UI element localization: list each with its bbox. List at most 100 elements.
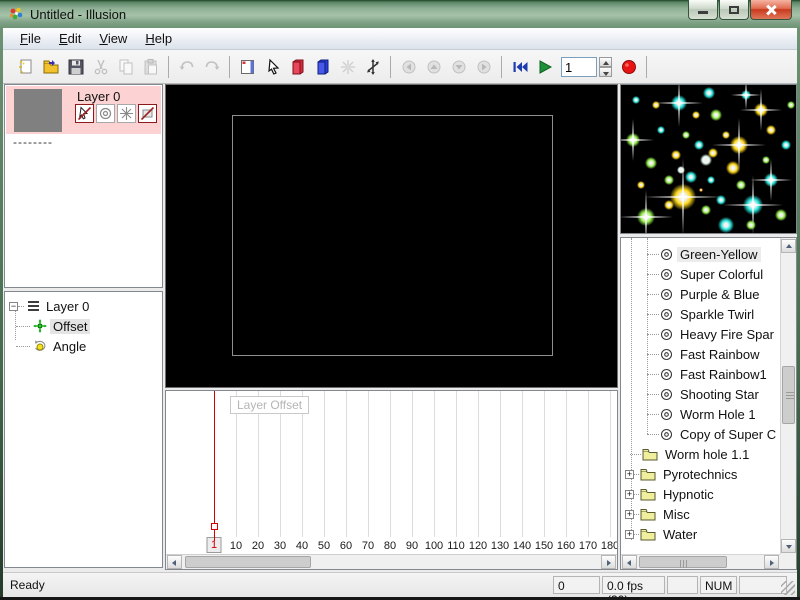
no-select-button[interactable]	[75, 104, 94, 123]
ruler-tick-label[interactable]: 160	[557, 540, 575, 552]
ruler-tick-label[interactable]: 110	[447, 540, 465, 552]
ruler-tick-label[interactable]: 70	[362, 540, 374, 552]
ruler-tick-label[interactable]: 180	[601, 540, 618, 552]
library-item-label[interactable]: Fast Rainbow	[677, 347, 762, 362]
expand-box[interactable]: +	[625, 470, 634, 479]
timeline-panel[interactable]: 1102030405060708090100110120130140150160…	[165, 390, 618, 570]
layer-tree-item-offset[interactable]: Offset	[16, 317, 90, 335]
library-item-misc[interactable]: + Misc	[625, 504, 693, 524]
library-item-fast-rainbow1[interactable]: Fast Rainbow1	[647, 364, 770, 384]
hscroll-thumb[interactable]	[639, 556, 727, 568]
scroll-up-button[interactable]	[781, 239, 796, 253]
ruler-tick-label[interactable]: 100	[425, 540, 443, 552]
frame-spin-down-button[interactable]	[599, 67, 612, 77]
play-button[interactable]	[532, 54, 557, 79]
resize-grip[interactable]	[781, 581, 795, 595]
expand-box[interactable]: +	[625, 530, 634, 539]
emit-button[interactable]	[117, 104, 136, 123]
red-book-button[interactable]	[285, 54, 310, 79]
ruler-tick-label[interactable]: 40	[296, 540, 308, 552]
library-folder-label[interactable]: Water	[660, 527, 700, 542]
library-item-shooting-star[interactable]: Shooting Star	[647, 384, 762, 404]
library-folder-label[interactable]: Worm hole 1.1	[662, 447, 752, 462]
ruler-tick-label[interactable]: 50	[318, 540, 330, 552]
library-item-label[interactable]: Shooting Star	[677, 387, 762, 402]
library-folder-label[interactable]: Misc	[660, 507, 693, 522]
library-item-worm-hole-1[interactable]: Worm Hole 1	[647, 404, 759, 424]
menu-help[interactable]: Help	[136, 29, 181, 48]
select-tool-button[interactable]	[260, 54, 285, 79]
ruler-tick-label[interactable]: 140	[513, 540, 531, 552]
library-item-label[interactable]: Fast Rainbow1	[677, 367, 770, 382]
vscroll-thumb[interactable]	[782, 366, 795, 424]
library-item-water[interactable]: + Water	[625, 524, 700, 544]
frame-spin-up-button[interactable]	[599, 57, 612, 67]
library-item-worm-hole-1-1[interactable]: Worm hole 1.1	[625, 444, 752, 464]
emitter-window-button[interactable]	[235, 54, 260, 79]
expand-box[interactable]: +	[625, 510, 634, 519]
ruler-tick-label[interactable]: 120	[469, 540, 487, 552]
library-item-heavy-fire-spar[interactable]: Heavy Fire Spar	[647, 324, 777, 344]
ruler-tick-label[interactable]: 60	[340, 540, 352, 552]
no-draw-button[interactable]	[138, 104, 157, 123]
blue-book-button[interactable]	[310, 54, 335, 79]
keyframe-marker[interactable]	[211, 523, 218, 530]
scroll-left-button[interactable]	[167, 555, 182, 569]
library-hscrollbar[interactable]	[621, 554, 780, 569]
move-tool-button[interactable]	[360, 54, 385, 79]
ruler-tick-label[interactable]: 130	[491, 540, 509, 552]
library-item-label[interactable]: Super Colorful	[677, 267, 766, 282]
ruler-tick-label[interactable]: 150	[535, 540, 553, 552]
loop-button[interactable]	[96, 104, 115, 123]
scroll-down-button[interactable]	[781, 539, 796, 553]
library-folder-label[interactable]: Hypnotic	[660, 487, 717, 502]
ruler-tick-label[interactable]: 80	[384, 540, 396, 552]
library-item-label[interactable]: Green-Yellow	[677, 247, 761, 262]
ruler-tick-label[interactable]: 90	[406, 540, 418, 552]
frame-spinner[interactable]: 1	[561, 57, 612, 77]
ruler-tick-label[interactable]: 10	[230, 540, 242, 552]
scroll-right-button[interactable]	[601, 555, 616, 569]
close-button[interactable]	[750, 0, 792, 20]
library-item-purple-blue[interactable]: Purple & Blue	[647, 284, 763, 304]
layer-tree-item-angle[interactable]: Angle	[16, 337, 89, 355]
stage-canvas[interactable]	[165, 84, 618, 388]
library-folder-label[interactable]: Pyrotechnics	[660, 467, 740, 482]
expand-box[interactable]: +	[625, 490, 634, 499]
minimize-button[interactable]	[688, 0, 718, 20]
layer-thumbnail[interactable]	[14, 89, 62, 132]
frame-input[interactable]: 1	[561, 57, 597, 77]
tree-item-label[interactable]: Angle	[50, 339, 89, 354]
library-item-label[interactable]: Heavy Fire Spar	[677, 327, 777, 342]
hscroll-thumb[interactable]	[185, 556, 311, 568]
menu-view[interactable]: View	[90, 29, 136, 48]
layer-tree-root-label[interactable]: Layer 0	[43, 299, 92, 314]
maximize-button[interactable]	[719, 0, 749, 20]
library-vscrollbar[interactable]	[780, 238, 796, 554]
menu-edit[interactable]: Edit	[50, 29, 90, 48]
library-item-sparkle-twirl[interactable]: Sparkle Twirl	[647, 304, 757, 324]
record-button[interactable]	[616, 54, 641, 79]
library-item-super-colorful[interactable]: Super Colorful	[647, 264, 766, 284]
layer-tree-root[interactable]: − Layer 0	[9, 297, 92, 315]
timeline-hscrollbar[interactable]	[166, 554, 617, 569]
playhead-line[interactable]	[214, 391, 215, 541]
scroll-right-button[interactable]	[764, 555, 779, 569]
library-item-pyrotechnics[interactable]: + Pyrotechnics	[625, 464, 740, 484]
library-item-fast-rainbow[interactable]: Fast Rainbow	[647, 344, 762, 364]
scroll-left-button[interactable]	[622, 555, 637, 569]
save-button[interactable]	[63, 54, 88, 79]
menu-file[interactable]: File	[11, 29, 50, 48]
layer-row-selected[interactable]: Layer 0	[6, 86, 161, 134]
open-button[interactable]	[38, 54, 63, 79]
ruler-tick-label[interactable]: 20	[252, 540, 264, 552]
tree-item-label[interactable]: Offset	[50, 319, 90, 334]
rewind-button[interactable]	[507, 54, 532, 79]
library-item-label[interactable]: Worm Hole 1	[677, 407, 759, 422]
library-item-label[interactable]: Purple & Blue	[677, 287, 763, 302]
library-item-label[interactable]: Copy of Super C	[677, 427, 779, 442]
library-item-hypnotic[interactable]: + Hypnotic	[625, 484, 717, 504]
ruler-tick-label[interactable]: 170	[579, 540, 597, 552]
collapse-box[interactable]: −	[9, 302, 18, 311]
new-button[interactable]	[13, 54, 38, 79]
